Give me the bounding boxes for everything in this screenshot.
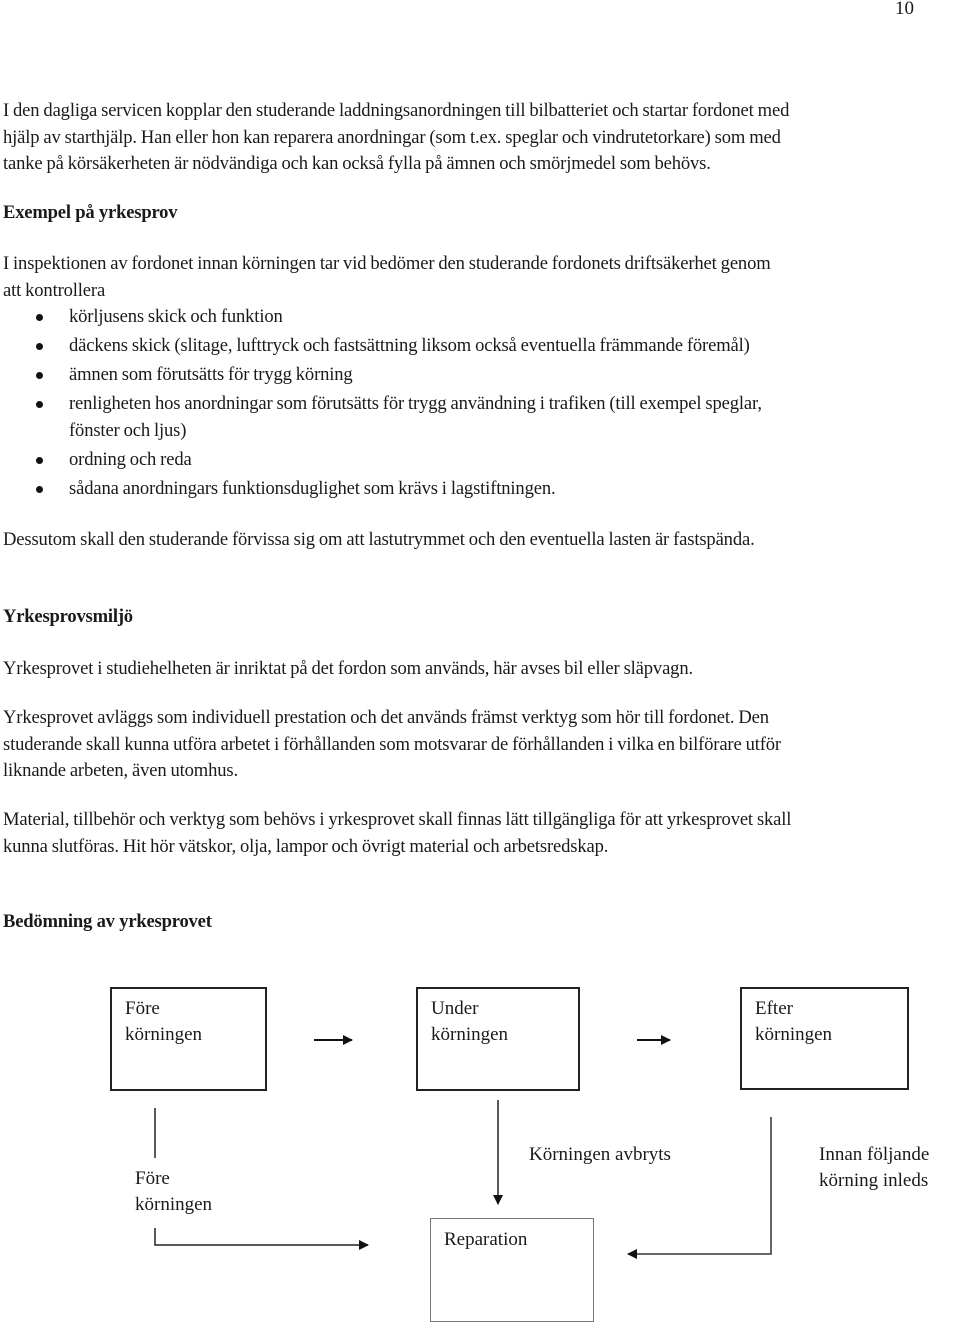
box-repair: Reparation <box>430 1218 594 1322</box>
label-before-next-driving: Innan följande körning inleds <box>819 1144 930 1191</box>
box-label: Reparation <box>444 1229 528 1250</box>
label-driving-interrupted: Körningen avbryts <box>529 1144 671 1165</box>
box-label: körningen <box>431 1024 509 1045</box>
label-before-driving-lower: Före körningen <box>135 1168 213 1215</box>
box-label: körningen <box>125 1024 203 1045</box>
box-after-driving: Efter körningen <box>740 987 909 1090</box>
box-label: körningen <box>755 1024 833 1045</box>
arrow-after-to-repair <box>627 1117 772 1259</box>
box-label: Efter <box>755 998 793 1019</box>
box-label: Före <box>125 998 160 1019</box>
box-label: Under <box>431 998 479 1019</box>
arrow-before-to-repair <box>154 1228 369 1250</box>
connector-lines <box>154 1035 772 1259</box>
box-before-driving: Före körningen <box>110 987 267 1091</box>
box-during-driving: Under körningen <box>416 987 580 1091</box>
assessment-flow-diagram: Före körningen Under körningen Efter kör… <box>0 0 960 1324</box>
